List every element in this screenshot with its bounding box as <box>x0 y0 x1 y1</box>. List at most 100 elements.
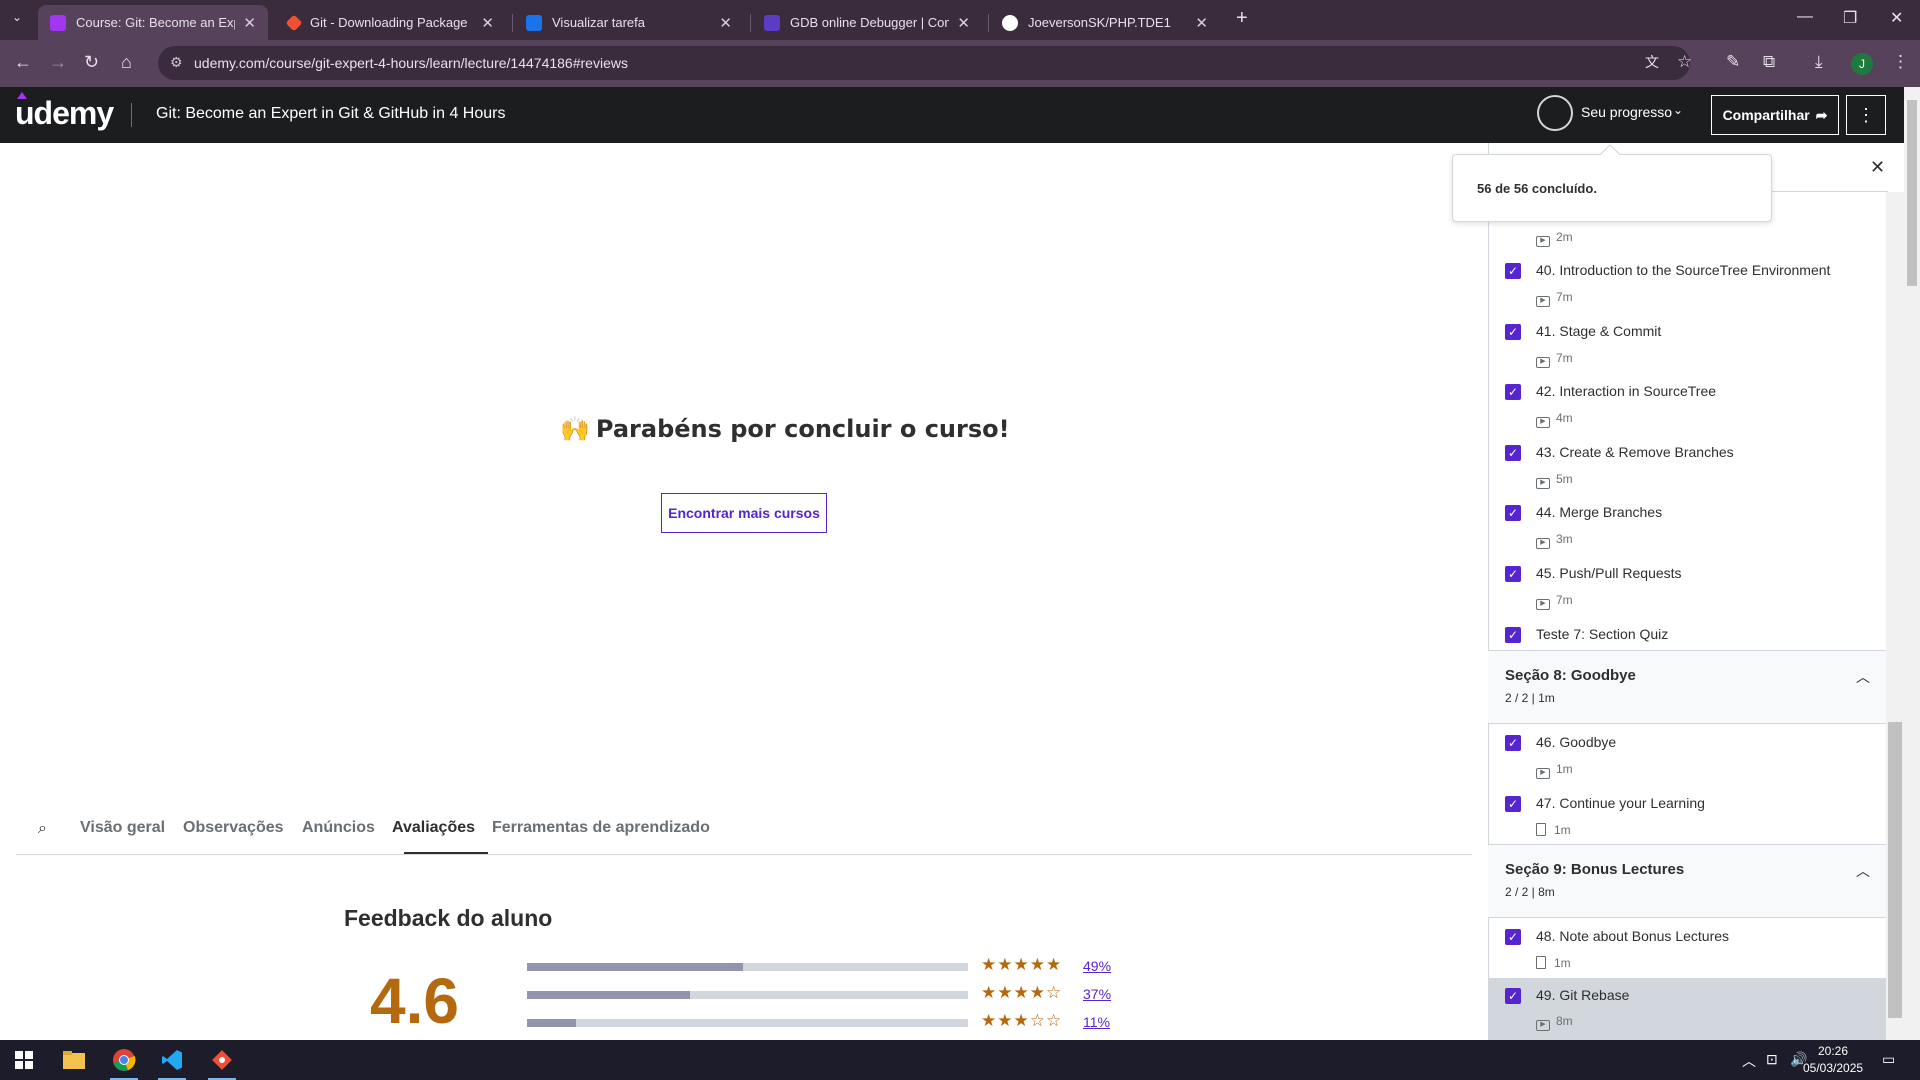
chevron-down-icon[interactable]: ⌄ <box>1673 103 1683 117</box>
video-icon: ▶ <box>1536 478 1550 489</box>
bookmark-star-icon[interactable]: ☆ <box>1677 52 1692 72</box>
browser-tab-git[interactable]: Git - Downloading Package ✕ <box>276 5 506 40</box>
share-button[interactable]: Compartilhar ➦ <box>1711 95 1839 135</box>
video-icon: ▶ <box>1536 768 1550 779</box>
lecture-item[interactable]: ▶ 2m <box>1488 224 1888 248</box>
tab-notes[interactable]: Observações <box>183 819 284 837</box>
address-bar[interactable]: ⚙ udemy.com/course/git-expert-4-hours/le… <box>158 46 1690 80</box>
browser-tab-tarefa[interactable]: Visualizar tarefa ✕ <box>514 5 744 40</box>
udemy-logo[interactable]: udemy <box>15 92 114 132</box>
progress-label[interactable]: Seu progresso <box>1581 104 1672 120</box>
checkbox-checked-icon[interactable]: ✓ <box>1505 263 1521 279</box>
section-header-bonus[interactable]: Seção 9: Bonus Lectures 2 / 2 | 8m ︿ <box>1488 844 1888 918</box>
tab-search-icon[interactable]: ⌄ <box>12 10 22 24</box>
forward-icon[interactable]: → <box>49 52 67 73</box>
lecture-item[interactable]: ✓ 40. Introduction to the SourceTree Env… <box>1488 260 1888 320</box>
lecture-item-current[interactable]: ✓ 49. Git Rebase ▶ 8m <box>1488 978 1888 1040</box>
tab-reviews[interactable]: Avaliações <box>392 819 475 837</box>
rating-percent-4[interactable]: 37% <box>1083 986 1111 1002</box>
tab-announcements[interactable]: Anúncios <box>302 819 375 837</box>
show-hidden-icons-icon[interactable]: ︿ <box>1742 1051 1756 1071</box>
rating-bar-4[interactable] <box>527 991 968 999</box>
checkbox-checked-icon[interactable]: ✓ <box>1505 988 1521 1004</box>
tab-learning-tools[interactable]: Ferramentas de aprendizado <box>492 819 710 837</box>
tab-divider <box>512 14 513 32</box>
site-info-icon[interactable]: ⚙ <box>170 54 183 71</box>
file-explorer-button[interactable] <box>50 1040 98 1080</box>
tab-overview[interactable]: Visão geral <box>80 819 165 837</box>
close-tab-icon[interactable]: ✕ <box>481 14 494 32</box>
home-icon[interactable]: ⌂ <box>121 52 132 73</box>
notifications-icon[interactable]: ▭ <box>1882 1051 1895 1068</box>
new-tab-icon[interactable]: + <box>1236 7 1248 30</box>
section-header-goodbye[interactable]: Seção 8: Goodbye 2 / 2 | 1m ︿ <box>1488 650 1888 724</box>
lecture-item[interactable]: ✓ 42. Interaction in SourceTree ▶ 4m <box>1488 381 1888 441</box>
chrome-taskbar-button[interactable] <box>100 1040 148 1080</box>
checkbox-checked-icon[interactable]: ✓ <box>1505 627 1521 643</box>
sidebar-scrollbar-thumb[interactable] <box>1888 722 1902 1018</box>
lecture-item[interactable]: ✓ Teste 7: Section Quiz <box>1488 623 1888 649</box>
celebrate-icon: 🙌 <box>560 415 590 443</box>
more-options-button[interactable]: ⋮ <box>1846 95 1886 135</box>
document-icon <box>1536 956 1546 969</box>
three-star-icons: ★★★☆☆ <box>981 1011 1063 1030</box>
browser-tab-gdb[interactable]: GDB online Debugger | Compiler ✕ <box>752 5 982 40</box>
start-button[interactable] <box>0 1040 48 1080</box>
download-icon[interactable]: ⤓ <box>1815 52 1823 72</box>
close-tab-icon[interactable]: ✕ <box>1195 14 1208 32</box>
course-title[interactable]: Git: Become an Expert in Git & GitHub in… <box>156 105 505 123</box>
lecture-item[interactable]: ✓ 43. Create & Remove Branches ▶ 5m <box>1488 442 1888 502</box>
minimize-icon[interactable]: — <box>1797 8 1813 26</box>
close-window-icon[interactable]: ✕ <box>1890 8 1903 28</box>
rating-bar-5[interactable] <box>527 963 968 971</box>
checkbox-checked-icon[interactable]: ✓ <box>1505 445 1521 461</box>
progress-ring-icon[interactable] <box>1537 95 1573 131</box>
checkbox-checked-icon[interactable]: ✓ <box>1505 384 1521 400</box>
profile-avatar[interactable]: J <box>1851 53 1873 75</box>
tab-divider <box>750 14 751 32</box>
close-tab-icon[interactable]: ✕ <box>957 14 970 32</box>
close-tab-icon[interactable]: ✕ <box>719 14 732 32</box>
back-icon[interactable]: ← <box>14 52 32 73</box>
checkbox-checked-icon[interactable]: ✓ <box>1505 796 1521 812</box>
translate-icon[interactable]: 文 <box>1645 52 1659 72</box>
clock-date[interactable]: 05/03/2025 <box>1803 1061 1863 1075</box>
rating-percent-5[interactable]: 49% <box>1083 958 1111 974</box>
clock-time[interactable]: 20:26 <box>1818 1044 1848 1058</box>
lecture-item[interactable]: ✓ 47. Continue your Learning 1m <box>1488 793 1888 843</box>
lecture-item[interactable]: ✓ 44. Merge Branches ▶ 3m <box>1488 502 1888 562</box>
lecture-item[interactable]: ✓ 45. Push/Pull Requests ▶ 7m <box>1488 563 1888 623</box>
extensions-icon[interactable]: ⧉ <box>1763 52 1775 72</box>
lecture-item[interactable]: ✓ 41. Stage & Commit ▶ 7m <box>1488 321 1888 381</box>
search-icon[interactable]: ⌕ <box>38 820 47 838</box>
chevron-up-icon[interactable]: ︿ <box>1856 667 1870 687</box>
video-icon: ▶ <box>1536 1020 1550 1031</box>
pen-icon[interactable]: ✎ <box>1726 52 1740 72</box>
browser-menu-icon[interactable]: ⋮ <box>1892 52 1909 72</box>
close-tab-icon[interactable]: ✕ <box>243 14 256 32</box>
rating-bar-3[interactable] <box>527 1019 968 1027</box>
page-scrollbar-thumb[interactable] <box>1907 100 1917 286</box>
lecture-item[interactable]: ✓ 46. Goodbye ▶ 1m <box>1488 732 1888 792</box>
rating-percent-3[interactable]: 11% <box>1083 1014 1110 1030</box>
git-gui-icon <box>212 1050 232 1070</box>
browser-tab-bar: ⌄ Course: Git: Become an Expert in Git ✕… <box>0 0 1920 40</box>
find-more-courses-button[interactable]: Encontrar mais cursos <box>661 493 827 533</box>
chevron-up-icon[interactable]: ︿ <box>1856 861 1870 881</box>
reload-icon[interactable]: ↻ <box>84 52 99 73</box>
lecture-item[interactable]: ✓ 48. Note about Bonus Lectures 1m <box>1488 926 1888 976</box>
restore-icon[interactable]: ❐ <box>1843 8 1857 28</box>
close-sidebar-icon[interactable]: ✕ <box>1870 157 1885 178</box>
vscode-taskbar-button[interactable] <box>148 1040 196 1080</box>
network-icon[interactable]: ⊡ <box>1766 1051 1778 1068</box>
checkbox-checked-icon[interactable]: ✓ <box>1505 324 1521 340</box>
checkbox-checked-icon[interactable]: ✓ <box>1505 735 1521 751</box>
udemy-favicon-icon <box>50 14 66 31</box>
git-taskbar-button[interactable] <box>198 1040 246 1080</box>
four-star-icons: ★★★★☆ <box>981 983 1063 1002</box>
checkbox-checked-icon[interactable]: ✓ <box>1505 566 1521 582</box>
browser-tab-github[interactable]: JoeversonSK/PHP.TDE1 ✕ <box>990 5 1220 40</box>
checkbox-checked-icon[interactable]: ✓ <box>1505 929 1521 945</box>
browser-tab-udemy[interactable]: Course: Git: Become an Expert in Git ✕ <box>38 5 268 40</box>
checkbox-checked-icon[interactable]: ✓ <box>1505 505 1521 521</box>
